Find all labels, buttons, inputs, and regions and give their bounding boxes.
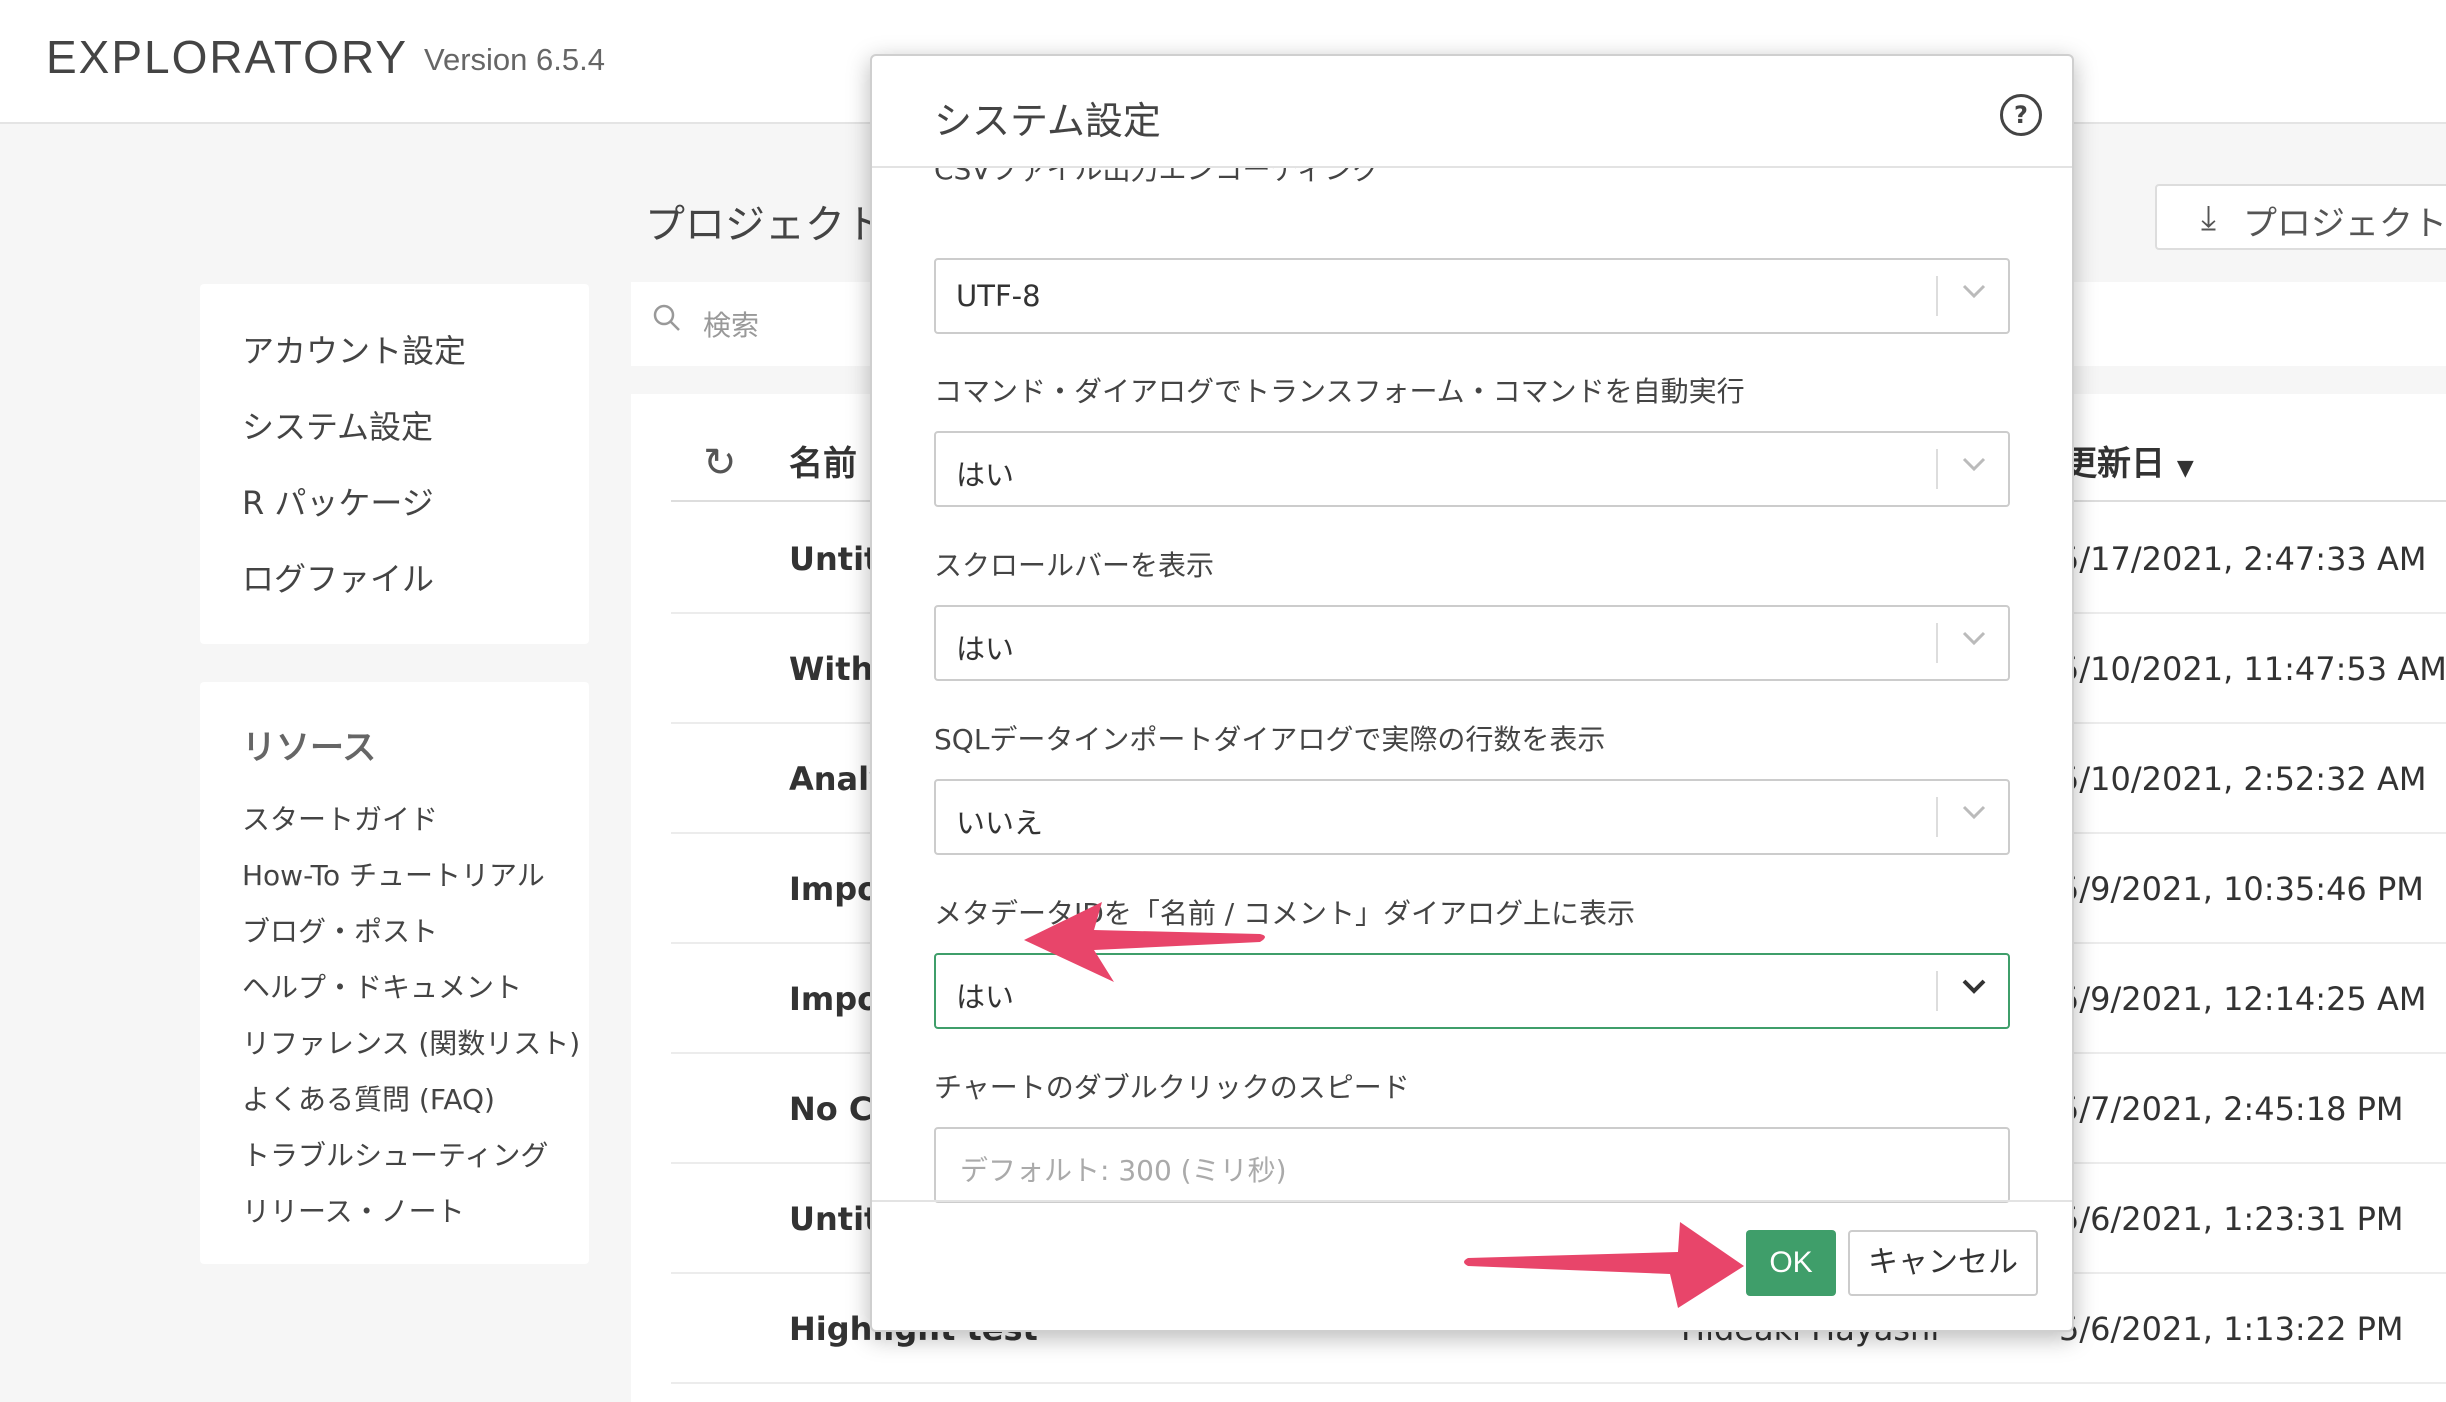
project-updated: 5/9/2021, 12:14:25 AM — [2059, 980, 2427, 1018]
select-value: はい — [956, 632, 1015, 666]
cancel-button[interactable]: キャンセル — [1848, 1230, 2038, 1296]
app-version: Version 6.5.4 — [424, 42, 605, 77]
search-icon — [653, 304, 680, 331]
chevron-down-icon — [1962, 805, 1986, 820]
select-separator — [1936, 276, 1938, 316]
dialog-footer-divider — [872, 1200, 2072, 1202]
project-updated: 5/10/2021, 11:47:53 AM — [2059, 650, 2446, 688]
dblclick-speed-label: チャートのダブルクリックのスピード — [934, 1071, 1410, 1104]
dblclick-speed-placeholder: デフォルト: 300 (ミリ秒) — [960, 1154, 1287, 1187]
select-separator — [1936, 449, 1938, 489]
select-value: はい — [956, 458, 1015, 492]
sidebar-item-log-file[interactable]: ログファイル — [242, 554, 434, 600]
sql-rowcount-label: SQLデータインポートダイアログで実際の行数を表示 — [934, 723, 1606, 756]
refresh-icon[interactable]: ↻ — [703, 440, 737, 486]
dblclick-speed-input[interactable]: デフォルト: 300 (ミリ秒) — [934, 1127, 2010, 1203]
dialog-body[interactable]: CSVファイル出力エンコーディング UTF-8 コマンド・ダイアログでトランスフ… — [872, 168, 2072, 1254]
csv-encoding-label: CSVファイル出力エンコーディング — [934, 168, 1381, 186]
chevron-down-icon — [1962, 979, 1986, 994]
sidebar-item-r-packages[interactable]: R パッケージ — [242, 478, 434, 524]
resource-link-release-notes[interactable]: リリース・ノート — [242, 1190, 465, 1230]
select-separator — [1936, 797, 1938, 837]
resource-link-docs[interactable]: ヘルプ・ドキュメント — [242, 966, 522, 1006]
resources-heading: リソース — [242, 728, 377, 768]
project-updated: 5/17/2021, 2:47:33 AM — [2059, 540, 2427, 578]
resources-panel: リソース スタートガイド How-To チュートリアル ブログ・ポスト ヘルプ・… — [200, 682, 589, 1264]
app-logo: EXPLORATORY — [46, 31, 409, 83]
select-value: はい — [956, 980, 1015, 1014]
scrollbar-label: スクロールバーを表示 — [934, 549, 1215, 582]
project-updated: 5/6/2021, 1:13:22 PM — [2059, 1310, 2404, 1348]
resource-link-start-guide[interactable]: スタートガイド — [242, 798, 438, 838]
dialog-title: システム設定 — [934, 99, 1161, 143]
resource-link-blog[interactable]: ブログ・ポスト — [242, 910, 438, 950]
project-updated: 5/6/2021, 1:23:31 PM — [2059, 1200, 2404, 1238]
export-project-button[interactable]: ⤓ プロジェクト — [2155, 184, 2446, 250]
chevron-down-icon — [1962, 631, 1986, 646]
csv-encoding-select[interactable]: UTF-8 — [934, 258, 2010, 334]
export-project-label: プロジェクト — [2243, 204, 2446, 244]
settings-panel: アカウント設定 システム設定 R パッケージ ログファイル — [200, 284, 589, 644]
resource-link-troubleshooting[interactable]: トラブルシューティング — [242, 1134, 548, 1174]
select-value: いいえ — [956, 806, 1044, 840]
scrollbar-select[interactable]: はい — [934, 605, 2010, 681]
project-updated: 5/10/2021, 2:52:32 AM — [2059, 760, 2427, 798]
resource-link-faq[interactable]: よくある質問 (FAQ) — [242, 1078, 495, 1118]
select-separator — [1936, 971, 1938, 1011]
project-updated: 5/7/2021, 2:45:18 PM — [2059, 1090, 2404, 1128]
metadata-id-select[interactable]: はい — [934, 953, 2010, 1029]
download-icon: ⤓ — [2201, 198, 2217, 238]
select-value: UTF-8 — [956, 279, 1041, 313]
auto-run-select[interactable]: はい — [934, 431, 2010, 507]
auto-run-label: コマンド・ダイアログでトランスフォーム・コマンドを自動実行 — [934, 375, 1745, 408]
chevron-down-icon — [1962, 457, 1986, 472]
help-icon[interactable]: ? — [2000, 94, 2042, 136]
page-title: プロジェクト — [645, 202, 885, 248]
sql-rowcount-select[interactable]: いいえ — [934, 779, 2010, 855]
search-input[interactable]: 検索 — [703, 304, 759, 344]
ok-button[interactable]: OK — [1746, 1230, 1836, 1296]
select-separator — [1936, 623, 1938, 663]
sort-caret-icon: ▼ — [2176, 456, 2194, 481]
metadata-id-label: メタデータIDを「名前 / コメント」ダイアログ上に表示 — [934, 897, 1636, 930]
column-header-name[interactable]: 名前 — [789, 436, 857, 485]
sidebar-item-account[interactable]: アカウント設定 — [242, 326, 466, 372]
chevron-down-icon — [1962, 284, 1986, 299]
project-updated: 5/9/2021, 10:35:46 PM — [2059, 870, 2424, 908]
sidebar-item-system[interactable]: システム設定 — [242, 402, 433, 448]
column-header-updated-label: 更新日 — [2063, 444, 2165, 484]
column-header-updated[interactable]: 更新日 ▼ — [2063, 436, 2194, 485]
resource-link-tutorials[interactable]: How-To チュートリアル — [242, 854, 545, 894]
system-settings-dialog: システム設定 ? CSVファイル出力エンコーディング UTF-8 コマンド・ダイ… — [870, 54, 2074, 1332]
resource-link-reference[interactable]: リファレンス (関数リスト) — [242, 1022, 580, 1062]
